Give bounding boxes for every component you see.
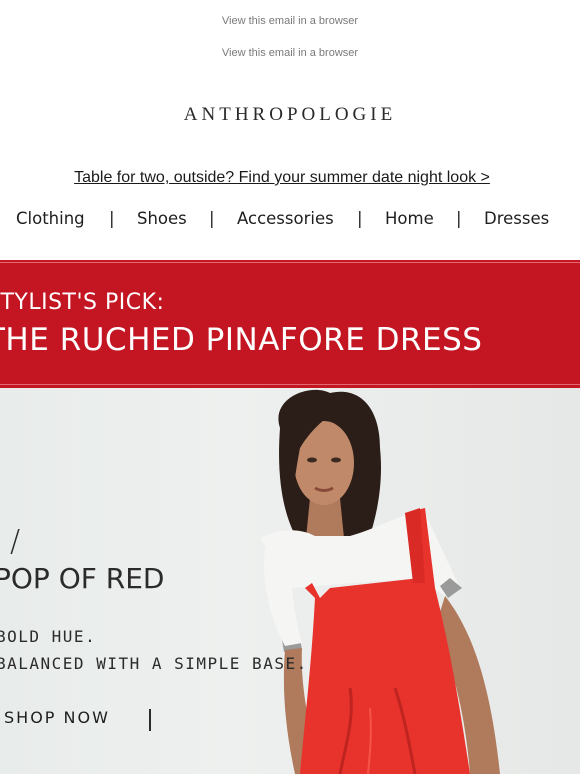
nav-item-home[interactable]: Home bbox=[385, 209, 434, 228]
hero-section[interactable]: / POP OF RED BOLD HUE. BALANCED WITH A S… bbox=[0, 388, 580, 774]
nav-separator: | bbox=[209, 209, 215, 228]
promo-link[interactable]: Table for two, outside? Find your summer… bbox=[0, 169, 564, 187]
banner-kicker: STYLIST'S PICK: bbox=[0, 290, 165, 315]
model-photo[interactable] bbox=[220, 388, 580, 774]
nav-separator: | bbox=[357, 209, 363, 228]
nav-item-clothing[interactable]: Clothing bbox=[16, 209, 85, 228]
nav-separator: | bbox=[109, 209, 115, 228]
stylist-pick-banner[interactable]: STYLIST'S PICK: THE RUCHED PINAFORE DRES… bbox=[0, 260, 580, 388]
nav-item-dresses[interactable]: Dresses bbox=[484, 209, 549, 228]
shop-now-link[interactable]: SHOP NOW bbox=[4, 708, 110, 727]
view-in-browser-link[interactable]: View this email in a browser bbox=[0, 15, 580, 27]
hero-copy-line: BALANCED WITH A SIMPLE BASE. bbox=[0, 654, 308, 673]
banner-rule-bottom bbox=[0, 384, 580, 385]
nav-item-accessories[interactable]: Accessories bbox=[237, 209, 334, 228]
hero-copy-line: BOLD HUE. bbox=[0, 627, 97, 646]
banner-title: THE RUCHED PINAFORE DRESS bbox=[0, 322, 483, 358]
hero-slash: / bbox=[10, 524, 21, 559]
hero-heading: POP OF RED bbox=[0, 562, 165, 595]
category-nav: Clothing | Shoes | Accessories | Home | … bbox=[0, 209, 580, 231]
nav-item-shoes[interactable]: Shoes bbox=[137, 209, 187, 228]
nav-separator: | bbox=[456, 209, 462, 228]
banner-rule-top bbox=[0, 262, 580, 263]
cta-divider bbox=[149, 709, 151, 731]
brand-logo[interactable]: ANTHROPOLOGIE bbox=[0, 104, 580, 126]
view-in-browser-link-secondary[interactable]: View this email in a browser bbox=[0, 47, 580, 59]
